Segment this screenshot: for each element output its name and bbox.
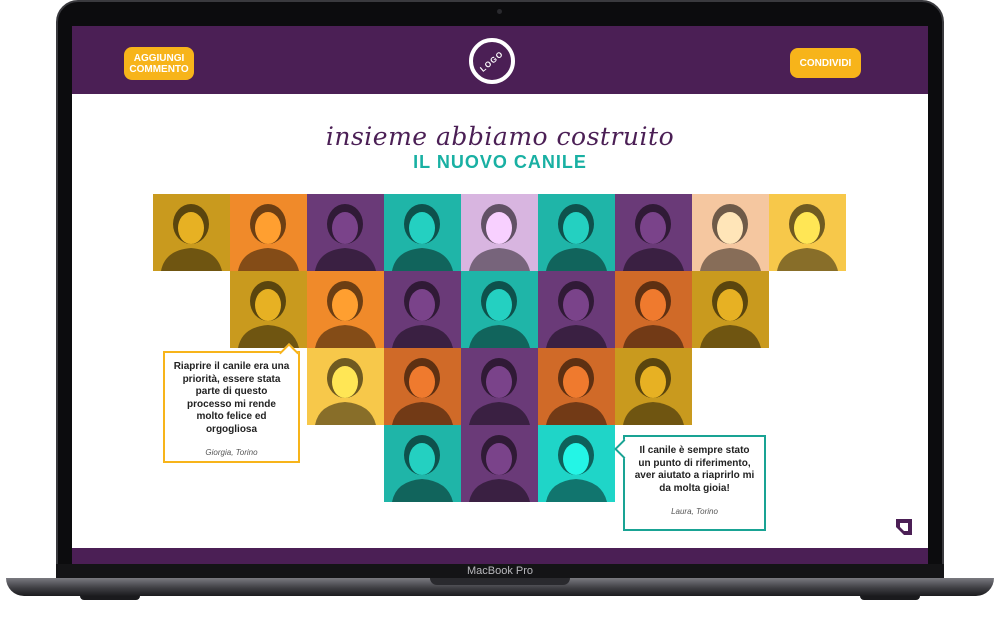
portrait-19 — [461, 348, 538, 425]
testimonial-card-1: Riaprire il canile era una priorità, ess… — [163, 351, 300, 463]
portrait-11 — [307, 271, 384, 348]
testimonial-text: Riaprire il canile era una priorità, ess… — [173, 361, 290, 435]
portrait-6 — [538, 194, 615, 271]
portrait-15 — [615, 271, 692, 348]
portrait-1 — [153, 194, 230, 271]
portrait-18 — [384, 348, 461, 425]
portrait-5 — [461, 194, 538, 271]
testimonial-text: Il canile è sempre stato un punto di rif… — [634, 445, 755, 494]
laptop-foot — [860, 596, 920, 600]
portrait-13 — [461, 271, 538, 348]
portrait-22 — [384, 425, 461, 502]
portrait-3 — [307, 194, 384, 271]
hero-title: IL NUOVO CANILE — [413, 152, 587, 172]
bottom-bar — [72, 548, 928, 564]
portrait-9 — [769, 194, 846, 271]
camera-dot — [497, 9, 502, 14]
portrait-20 — [538, 348, 615, 425]
laptop-chin: MacBook Pro — [56, 564, 944, 578]
portrait-10 — [230, 271, 307, 348]
portrait-8 — [692, 194, 769, 271]
share-button[interactable]: CONDIVIDI — [790, 48, 861, 78]
portrait-23 — [461, 425, 538, 502]
screen: AGGIUNGI COMMENTO LOGO CONDIVIDI insieme… — [72, 26, 928, 564]
logo-text: LOGO — [478, 48, 506, 74]
portrait-24 — [538, 425, 615, 502]
portrait-17 — [307, 348, 384, 425]
portrait-4 — [384, 194, 461, 271]
device-label: MacBook Pro — [466, 565, 534, 577]
portrait-7 — [615, 194, 692, 271]
logo[interactable]: LOGO — [469, 38, 515, 84]
top-bar: AGGIUNGI COMMENTO LOGO CONDIVIDI — [72, 26, 928, 94]
testimonial-author: Giorgia, Torino — [205, 448, 258, 457]
laptop-notch — [430, 578, 570, 585]
portrait-14 — [538, 271, 615, 348]
portrait-21 — [615, 348, 692, 425]
portrait-16 — [692, 271, 769, 348]
add-comment-button[interactable]: AGGIUNGI COMMENTO — [124, 47, 194, 80]
portrait-2 — [230, 194, 307, 271]
portrait-12 — [384, 271, 461, 348]
testimonial-author: Laura, Torino — [671, 507, 718, 516]
brand-mark-icon — [896, 519, 912, 535]
laptop-foot — [80, 596, 140, 600]
hero-subtitle: insieme abbiamo costruito — [325, 122, 675, 151]
testimonial-card-2: Il canile è sempre stato un punto di rif… — [623, 435, 766, 531]
